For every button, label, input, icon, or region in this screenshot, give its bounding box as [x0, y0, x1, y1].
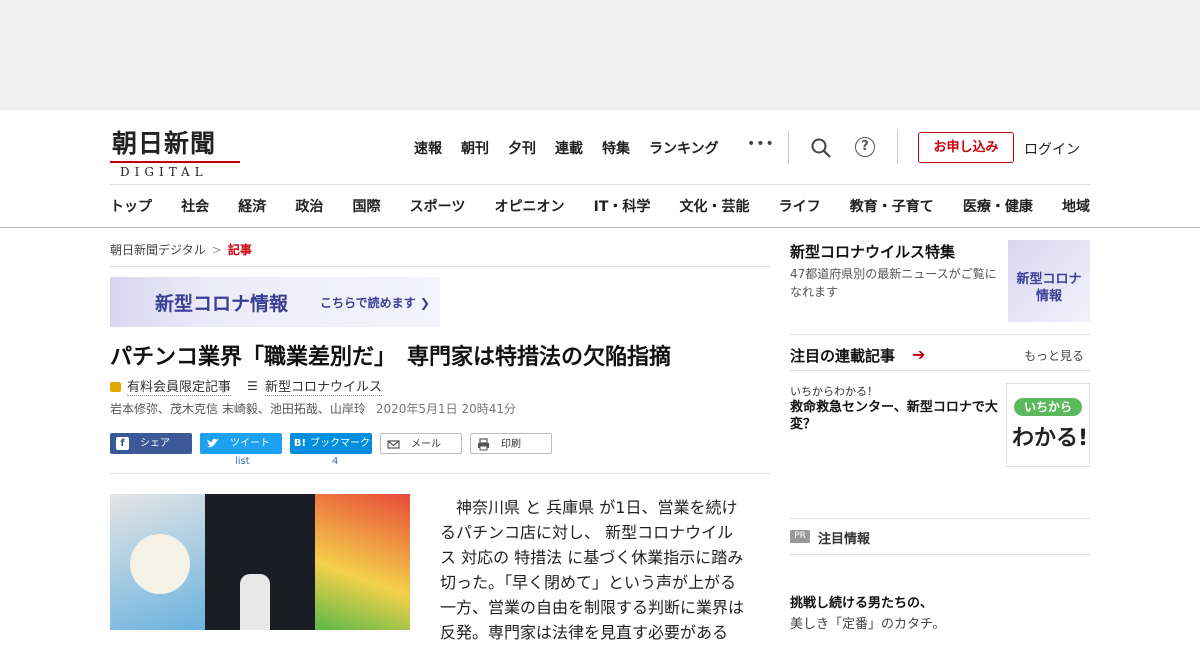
top-ad-area	[0, 0, 1200, 110]
sidebar-rule	[790, 554, 1090, 555]
hatena-bookmark-button[interactable]: B! ブックマーク	[290, 433, 372, 454]
breadcrumb: 朝日新聞デジタル > 記事	[110, 241, 252, 258]
banner-sub: こちらで読めます ❯	[320, 296, 430, 310]
pr-badge: PR	[790, 530, 810, 543]
pr-section-title: 注目情報	[818, 532, 871, 547]
twitter-share-label: ツイート	[230, 438, 270, 449]
category-top[interactable]: トップ	[110, 196, 152, 216]
series-badge: いちから	[1014, 398, 1082, 416]
facebook-share-label: シェア	[140, 438, 170, 449]
breadcrumb-current: 記事	[227, 243, 252, 257]
sidebar-rule	[790, 370, 1090, 371]
category-it-science[interactable]: IT・科学	[594, 196, 651, 216]
header-divider	[897, 130, 898, 164]
pr-ad-sub[interactable]: 美しき「定番」のカタチ。	[790, 613, 945, 632]
list-icon: ☰	[247, 379, 258, 393]
banner-title: 新型コロナ情報	[155, 293, 289, 315]
category-society[interactable]: 社会	[181, 196, 209, 216]
photo-clown-figure	[130, 534, 190, 594]
thumbnail-line-2: 情報	[1035, 289, 1062, 304]
login-link[interactable]: ログイン	[1024, 139, 1080, 159]
sidebar-rule	[790, 518, 1090, 519]
site-logo[interactable]: 朝日新聞 DIGITAL	[110, 124, 240, 179]
article-paragraph: 神奈川県 と 兵庫県 が1日、営業を続けるパチンコ店に対し、 新型コロナウイルス…	[440, 498, 745, 642]
facebook-icon: f	[116, 437, 129, 450]
pr-ad-title[interactable]: 挑戦し続ける男たちの、	[790, 592, 933, 611]
photo-right-panel	[315, 494, 410, 630]
corona-info-banner[interactable]: 新型コロナ情報 こちらで読めます ❯	[110, 277, 440, 327]
nav-item-choukan[interactable]: 朝刊	[461, 138, 489, 158]
category-international[interactable]: 国際	[353, 196, 381, 216]
see-more-link[interactable]: もっと見る	[1024, 347, 1084, 364]
sidebar-feature-thumbnail[interactable]: 新型コロナ 情報	[1008, 240, 1090, 322]
search-icon[interactable]	[810, 137, 832, 159]
mail-share-button[interactable]: メール	[380, 433, 462, 454]
category-economy[interactable]: 経済	[238, 196, 266, 216]
publish-date: 2020年5月1日 20時41分	[375, 402, 516, 416]
print-label: 印刷	[501, 439, 521, 450]
hatena-bookmark-label: ブックマーク	[310, 438, 370, 449]
breadcrumb-separator: >	[211, 243, 222, 257]
twitter-share-count[interactable]: list	[235, 456, 250, 467]
top-nav: 速報 朝刊 夕刊 連載 特集 ランキング	[414, 138, 719, 158]
help-icon[interactable]: ?	[855, 137, 875, 157]
hatena-bookmark-count[interactable]: 4	[332, 456, 338, 467]
nav-item-sokuho[interactable]: 速報	[414, 138, 442, 158]
share-rule	[110, 473, 770, 474]
sidebar-series-title[interactable]: 注目の連載記事	[790, 345, 895, 366]
print-icon	[478, 438, 489, 451]
logo-sub-text: DIGITAL	[120, 165, 208, 179]
series-kicker: いちからわかる！	[790, 385, 878, 398]
mail-share-label: メール	[411, 439, 441, 450]
article-title: パチンコ業界「職業差別だ」 専門家は特措法の欠陥指摘	[110, 345, 672, 370]
facebook-share-button[interactable]: f シェア	[110, 433, 192, 454]
sidebar-feature-desc: 47都道府県別の最新ニュースがご覧になれます	[790, 267, 997, 299]
nav-item-yukan[interactable]: 夕刊	[508, 138, 536, 158]
sidebar-rule	[790, 334, 1090, 335]
category-culture[interactable]: 文化・芸能	[680, 196, 750, 216]
article-meta: 有料会員限定記事 ☰ 新型コロナウイルス	[110, 376, 383, 396]
twitter-icon	[207, 438, 219, 448]
breadcrumb-home[interactable]: 朝日新聞デジタル	[110, 243, 206, 257]
category-region[interactable]: 地域	[1062, 196, 1090, 216]
category-nav: トップ 社会 経済 政治 国際 スポーツ オピニオン IT・科学 文化・芸能 ラ…	[110, 196, 1090, 216]
category-politics[interactable]: 政治	[295, 196, 323, 216]
logo-main-text: 朝日新聞	[112, 129, 217, 158]
hatena-icon: B!	[293, 438, 307, 449]
header-divider	[788, 130, 789, 164]
byline: 岩本修弥、茂木克信 末崎毅、池田拓哉、山岸玲 2020年5月1日 20時41分	[110, 400, 516, 417]
print-button[interactable]: 印刷	[470, 433, 552, 454]
logo-divider	[110, 161, 240, 163]
nav-item-tokushu[interactable]: 特集	[602, 138, 630, 158]
article-photo[interactable]	[110, 494, 410, 630]
header-rule	[110, 184, 1090, 185]
arrow-right-icon[interactable]: ➔	[912, 345, 925, 364]
article-body: 神奈川県 と 兵庫県 が1日、営業を続けるパチンコ店に対し、 新型コロナウイルス…	[440, 495, 745, 645]
authors: 岩本修弥、茂木克信 末崎毅、池田拓哉、山岸玲	[110, 402, 366, 416]
nav-item-rensai[interactable]: 連載	[555, 138, 583, 158]
site-header: 朝日新聞 DIGITAL 速報 朝刊 夕刊 連載 特集 ランキング ••• ? …	[0, 110, 1200, 228]
series-logo-text: わかる!	[1012, 426, 1089, 451]
photo-person	[240, 574, 270, 630]
nav-item-ranking[interactable]: ランキング	[649, 138, 719, 158]
series-article-link[interactable]: 救命救急センター、新型コロナで大変？	[790, 399, 1005, 433]
category-sports[interactable]: スポーツ	[410, 196, 466, 216]
lock-icon	[110, 382, 121, 392]
apply-button[interactable]: お申し込み	[918, 132, 1014, 163]
category-opinion[interactable]: オピニオン	[494, 196, 564, 216]
more-menu-icon[interactable]: •••	[747, 136, 775, 152]
category-education[interactable]: 教育・子育て	[850, 196, 934, 216]
series-thumbnail[interactable]: いちから わかる!	[1006, 383, 1090, 467]
member-only-link[interactable]: 有料会員限定記事	[127, 376, 232, 396]
mail-icon	[387, 440, 400, 449]
category-health[interactable]: 医療・健康	[963, 196, 1033, 216]
category-life[interactable]: ライフ	[779, 196, 821, 216]
sidebar-feature-title[interactable]: 新型コロナウイルス特集	[790, 241, 955, 262]
twitter-share-button[interactable]: ツイート	[200, 433, 282, 454]
breadcrumb-rule	[110, 266, 770, 267]
topic-link[interactable]: 新型コロナウイルス	[265, 376, 383, 396]
share-bar: f シェア ツイート B! ブックマーク メール 印刷	[110, 433, 552, 454]
